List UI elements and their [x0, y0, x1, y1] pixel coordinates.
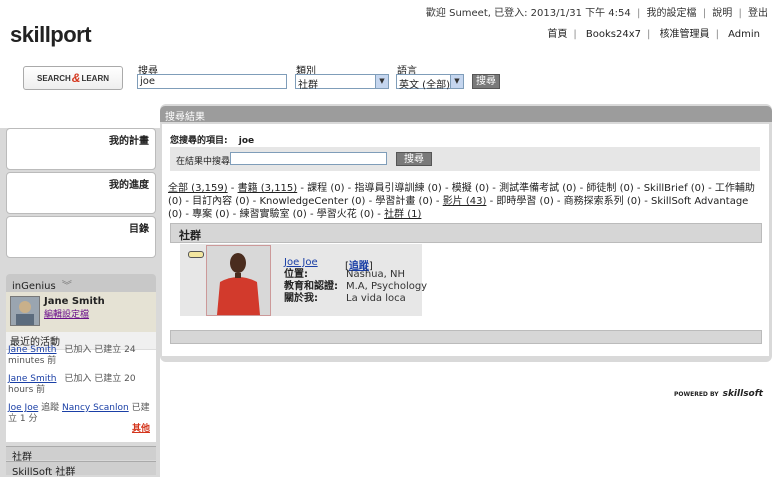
- profile-name: Jane Smith: [44, 296, 105, 307]
- activity-user-link[interactable]: Joe Joe: [8, 403, 38, 413]
- welcome-text: 歡迎 Sumeet, 已登入: 2013/1/31 下午 4:54: [425, 8, 631, 19]
- category-select[interactable]: 社群 ▼: [295, 74, 389, 91]
- nav-admin[interactable]: Admin: [728, 29, 760, 40]
- search-and-learn-logo: SEARCH & LEARN: [23, 66, 123, 90]
- result-name-link[interactable]: Joe Joe: [284, 257, 318, 268]
- chevron-down-icon: ▼: [450, 75, 463, 88]
- searched-for: 您搜尋的項目: joe: [170, 136, 255, 146]
- category-filter-text: -: [227, 183, 238, 194]
- refine-search-input[interactable]: [230, 152, 387, 165]
- refine-search-button[interactable]: 搜尋: [396, 152, 432, 166]
- profile-card: Jane Smith 編輯設定檔: [6, 292, 156, 332]
- nav-home[interactable]: 首頁: [547, 29, 567, 40]
- refine-search: 在結果中搜尋 搜尋: [170, 147, 760, 171]
- recent-activity: 最近的活動 Jane Smith 已加入 已建立 24 minutes 前 Ja…: [6, 332, 156, 442]
- search-input[interactable]: joe: [137, 74, 287, 89]
- refine-label: 在結果中搜尋: [176, 157, 231, 167]
- avatar: [10, 296, 40, 326]
- list-item: Jane Smith 已加入 已建立 24 minutes 前: [8, 345, 136, 366]
- more-link[interactable]: 其他: [132, 421, 150, 434]
- result-values: Nashua, NH M.A, Psychology La vida loca: [346, 269, 428, 304]
- section-title: 社群: [170, 223, 762, 243]
- my-settings-link[interactable]: 我的設定檔: [647, 8, 697, 19]
- nav-books24x7[interactable]: Books24x7: [586, 29, 641, 40]
- results-footer-bar: [170, 330, 762, 344]
- category-filters: 全部 (3,159) - 書籍 (3,115) - 課程 (0) - 指導員引導…: [168, 182, 764, 221]
- skillport-logo[interactable]: skillport: [10, 22, 92, 48]
- category-filter-link[interactable]: 全部 (3,159): [168, 183, 228, 194]
- powered-by-logo: POWERED BY skillsoft: [668, 382, 771, 404]
- status-badge: [188, 251, 204, 258]
- activity-user-link[interactable]: Jane Smith: [8, 345, 57, 355]
- main-nav: 首頁 | Books24x7 | 核准管理員 | Admin: [547, 29, 760, 40]
- page-title: 搜尋結果: [160, 106, 772, 123]
- category-filter-link[interactable]: 社群 (1): [384, 209, 421, 220]
- tab-social[interactable]: 社群: [6, 446, 156, 463]
- my-progress-panel[interactable]: 我的進度: [6, 172, 156, 214]
- catalog-panel[interactable]: 目錄: [6, 216, 156, 258]
- nav-approval-manager[interactable]: 核准管理員: [660, 29, 710, 40]
- list-item: Jane Smith 已加入 已建立 20 hours 前: [8, 374, 136, 395]
- chevron-down-icon: ︾: [61, 281, 72, 292]
- help-link[interactable]: 說明: [712, 8, 732, 19]
- search-button[interactable]: 搜尋: [472, 74, 500, 89]
- my-plan-panel[interactable]: 我的計畫: [6, 128, 156, 170]
- result-labels: 位置: 教育和認證: 關於我:: [284, 269, 338, 304]
- language-select[interactable]: 英文 (全部) ▼: [396, 74, 464, 91]
- ingenius-header[interactable]: inGenius ︾: [6, 274, 156, 292]
- category-filter-link[interactable]: 書籍 (3,115): [238, 183, 298, 194]
- activity-target-link[interactable]: Nancy Scanlon: [62, 403, 129, 413]
- top-links: 歡迎 Sumeet, 已登入: 2013/1/31 下午 4:54 | 我的設定…: [425, 8, 768, 19]
- activity-user-link[interactable]: Jane Smith: [8, 374, 57, 384]
- category-filter-link[interactable]: 影片 (43): [443, 196, 487, 207]
- result-photo[interactable]: [206, 245, 271, 316]
- logout-link[interactable]: 登出: [748, 8, 768, 19]
- chevron-down-icon: ▼: [375, 75, 388, 88]
- edit-profile-link[interactable]: 編輯設定檔: [44, 307, 89, 320]
- tab-skillsoft-social[interactable]: SkillSoft 社群: [6, 461, 156, 477]
